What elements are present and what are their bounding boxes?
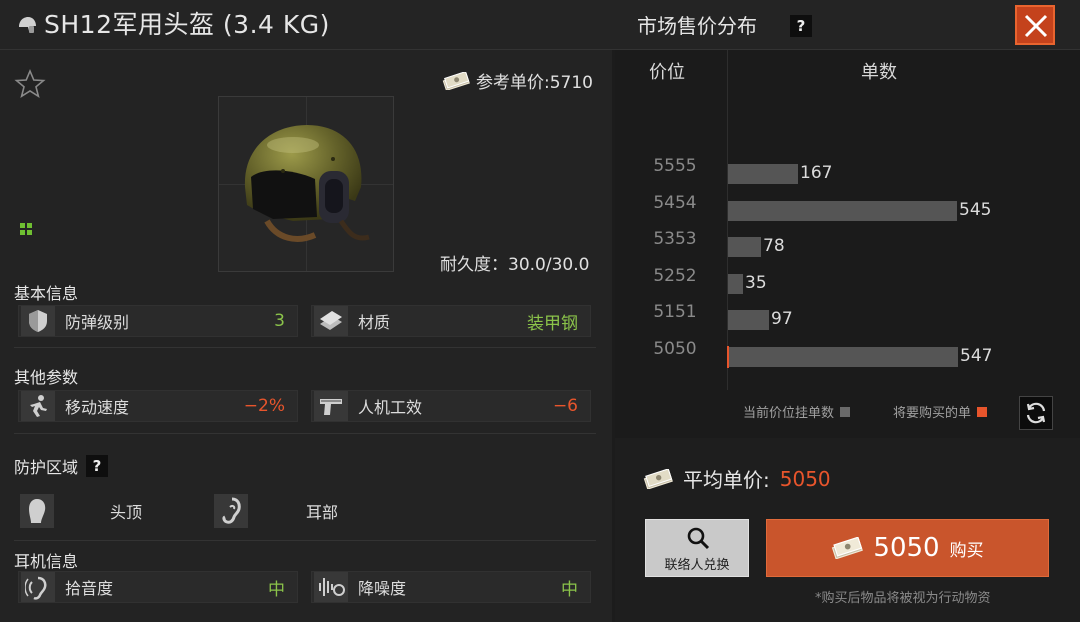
stat-material: 材质 装甲钢 bbox=[311, 305, 591, 337]
divider bbox=[14, 540, 596, 541]
zone-label: 头顶 bbox=[110, 503, 143, 522]
section-protection-zone: 防护区域 ? bbox=[14, 454, 109, 478]
chart-bar bbox=[728, 346, 958, 367]
stat-ergonomics: 人机工效 −6 bbox=[311, 390, 591, 422]
contact-exchange-label: 联络人兑换 bbox=[664, 558, 730, 573]
price-tick-label: 5353 bbox=[653, 229, 697, 249]
zone-head-top: 头顶 bbox=[20, 492, 200, 530]
grid-size-icon bbox=[20, 223, 32, 235]
section-other-params: 其他参数 bbox=[14, 368, 79, 387]
head-icon bbox=[20, 494, 54, 528]
stat-value: −2% bbox=[243, 396, 285, 416]
reference-price: 参考单价:5710 bbox=[442, 68, 593, 93]
helmet-icon bbox=[19, 17, 36, 33]
legend-swatch bbox=[840, 406, 851, 417]
stat-move-speed: 移动速度 −2% bbox=[18, 390, 298, 422]
durability: 耐久度：30.0/30.0 bbox=[440, 255, 590, 275]
price-tick-label: 5050 bbox=[653, 338, 697, 359]
stat-noise-reduction: 降噪度 中 bbox=[311, 571, 591, 603]
market-help-icon[interactable]: ? bbox=[790, 15, 812, 37]
stat-value: 中 bbox=[561, 579, 578, 600]
refresh-icon bbox=[1026, 402, 1046, 424]
price-tick-label: 5252 bbox=[653, 265, 697, 286]
stat-value: 装甲钢 bbox=[527, 313, 578, 334]
bar-value-label: 97 bbox=[771, 309, 793, 329]
zone-ears: 耳部 bbox=[214, 492, 394, 530]
legend-label: 将要购买的单 bbox=[893, 406, 972, 421]
shield-icon bbox=[21, 306, 55, 336]
bar-value-label: 545 bbox=[959, 199, 992, 220]
chart-bar bbox=[728, 310, 769, 330]
stat-value: −6 bbox=[552, 396, 578, 416]
bar-value-label: 547 bbox=[960, 345, 993, 366]
buy-button[interactable]: 5050 购买 bbox=[766, 519, 1049, 577]
bar-value-label: 167 bbox=[800, 163, 833, 183]
bar-value-label: 78 bbox=[763, 236, 785, 256]
price-distribution-chart: 价位 单数 5555 167 5454 545 5353 78 5252 35 5151 97 50… bbox=[615, 50, 1080, 438]
stat-value: 中 bbox=[268, 579, 285, 600]
favorite-star-icon[interactable] bbox=[14, 68, 46, 100]
count-column-header: 单数 bbox=[861, 62, 897, 83]
stat-armor-class: 防弹级别 3 bbox=[18, 305, 298, 337]
stat-pickup: 拾音度 中 bbox=[18, 571, 298, 603]
armor-plates-icon bbox=[314, 306, 348, 336]
chart-bar bbox=[728, 200, 957, 221]
legend-current-orders: 当前价位挂单数 bbox=[743, 402, 851, 421]
chart-bar bbox=[728, 164, 798, 184]
pistol-icon bbox=[314, 391, 348, 421]
price-tick-label: 5151 bbox=[653, 302, 697, 322]
noise-reduction-icon bbox=[314, 572, 348, 602]
buy-price: 5050 bbox=[873, 533, 940, 563]
helmet-image bbox=[244, 125, 370, 242]
stat-value: 3 bbox=[274, 311, 285, 331]
stat-label: 拾音度 bbox=[65, 579, 114, 598]
stat-label: 材质 bbox=[358, 313, 391, 332]
average-price-value: 5050 bbox=[779, 466, 831, 491]
section-basic-info: 基本信息 bbox=[14, 284, 79, 303]
money-icon bbox=[832, 537, 864, 559]
stat-label: 降噪度 bbox=[358, 579, 407, 598]
market-panel: 价位 单数 5555 167 5454 545 5353 78 5252 35 5151 97 50… bbox=[615, 50, 1080, 622]
divider bbox=[14, 433, 596, 434]
legend-swatch bbox=[977, 406, 988, 417]
legend-label: 当前价位挂单数 bbox=[743, 406, 835, 421]
running-man-icon bbox=[21, 391, 55, 421]
refresh-button[interactable] bbox=[1019, 396, 1053, 430]
buy-order-marker bbox=[727, 345, 729, 368]
buy-note: *购买后物品将被视为行动物资 bbox=[815, 591, 991, 606]
close-button[interactable] bbox=[1015, 5, 1055, 45]
item-image-frame bbox=[218, 96, 394, 272]
market-title: 市场售价分布 bbox=[637, 14, 757, 38]
title-bar: SH12军用头盔 (3.4 KG) 市场售价分布 ? bbox=[0, 0, 1080, 50]
search-icon bbox=[687, 527, 710, 550]
section-headset-info: 耳机信息 bbox=[14, 552, 79, 571]
price-tick-label: 5555 bbox=[653, 156, 697, 176]
item-details-panel: 参考单价:5710 耐久度：30.0/30.0 基本信息 防弹级别 3 材质 装… bbox=[0, 50, 612, 622]
average-price-label: 平均单价: bbox=[683, 468, 770, 492]
zone-label: 耳部 bbox=[306, 503, 339, 522]
chart-bar bbox=[728, 237, 761, 257]
close-icon bbox=[1024, 14, 1048, 38]
average-price: 平均单价: 5050 bbox=[643, 464, 831, 493]
money-icon bbox=[643, 468, 673, 489]
contact-exchange-button[interactable]: 联络人兑换 bbox=[645, 519, 749, 577]
stat-label: 移动速度 bbox=[65, 398, 130, 417]
item-title: SH12军用头盔 (3.4 KG) bbox=[44, 10, 330, 39]
legend-buy-orders: 将要购买的单 bbox=[893, 402, 988, 421]
price-column-header: 价位 bbox=[649, 62, 685, 83]
section-protection-title: 防护区域 bbox=[14, 458, 79, 477]
reference-price-text: 参考单价:5710 bbox=[476, 73, 593, 93]
money-icon bbox=[442, 71, 470, 90]
stat-label: 防弹级别 bbox=[65, 313, 130, 332]
ear-icon bbox=[214, 494, 248, 528]
chart-bar bbox=[728, 273, 743, 294]
buy-label: 购买 bbox=[949, 540, 984, 561]
bar-value-label: 35 bbox=[745, 272, 767, 293]
protection-help-icon[interactable]: ? bbox=[86, 455, 109, 477]
ear-sound-icon bbox=[21, 572, 55, 602]
price-tick-label: 5454 bbox=[653, 192, 697, 213]
divider bbox=[14, 347, 596, 348]
stat-label: 人机工效 bbox=[358, 398, 423, 417]
